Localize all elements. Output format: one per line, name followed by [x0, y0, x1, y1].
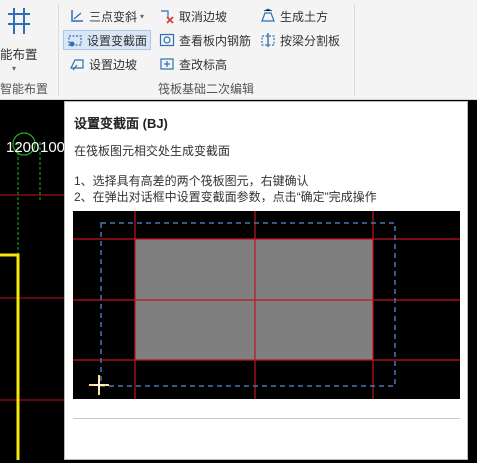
set-change-section-button[interactable]: 设置变截面: [63, 30, 152, 50]
ribbon-separator: [354, 4, 355, 96]
three-point-slope-button[interactable]: 三点变斜 ▾: [66, 6, 147, 26]
crosshair-cursor-icon: [89, 375, 109, 395]
ribbon-separator: [58, 4, 59, 96]
smart-layout-label: 能布置: [0, 48, 38, 62]
generate-earthwork-label: 生成土方: [280, 9, 329, 24]
canvas-green-lines: [17, 142, 41, 460]
change-section-icon: [67, 32, 83, 48]
ribbon-toolbar: 能布置 ▾ 智能布置 三点变斜 ▾ 设置变截面 设置边坡 取消边坡 查看板内钢筋: [0, 0, 477, 100]
chevron-down-icon[interactable]: ▾: [140, 12, 144, 21]
canvas-wall-outline: [0, 253, 20, 460]
split-by-beam-button[interactable]: 按梁分割板: [257, 30, 343, 50]
check-edit-elevation-label: 查改标高: [179, 57, 228, 72]
tooltip-title: 设置变截面 (BJ): [74, 116, 168, 131]
cancel-edge-slope-label: 取消边坡: [179, 9, 228, 24]
group-label-smart-layout: 智能布置: [0, 82, 49, 96]
tooltip-step-1: 1、选择具有高差的两个筏板图元，右键确认: [74, 174, 309, 188]
tooltip-preview-image: [73, 211, 460, 399]
check-edit-elevation-button[interactable]: 查改标高: [156, 54, 230, 74]
view-inner-rebar-button[interactable]: 查看板内钢筋: [156, 30, 254, 50]
set-edge-slope-label: 设置边坡: [89, 57, 138, 72]
cancel-edge-slope-button[interactable]: 取消边坡: [156, 6, 230, 26]
canvas-axis-label-right: 100: [40, 139, 65, 156]
earthwork-icon: [260, 8, 276, 24]
canvas-axis-label-top: 1200: [6, 139, 39, 156]
set-change-section-label: 设置变截面: [87, 33, 148, 48]
elevation-icon: [159, 56, 175, 72]
chevron-down-icon[interactable]: ▾: [12, 64, 16, 73]
group-label-raft-edit: 筏板基础二次编辑: [158, 82, 255, 96]
set-edge-slope-button[interactable]: 设置边坡: [66, 54, 140, 74]
cancel-slope-icon: [159, 8, 175, 24]
command-tooltip: 设置变截面 (BJ) 在筏板图元相交处生成变截面 1、选择具有高差的两个筏板图元…: [64, 101, 468, 460]
split-by-beam-label: 按梁分割板: [280, 33, 341, 48]
three-point-slope-icon: [69, 8, 85, 24]
tooltip-description: 在筏板图元相交处生成变截面: [74, 144, 231, 158]
grid-layout-icon: [8, 8, 30, 34]
three-point-slope-label: 三点变斜: [89, 9, 138, 24]
view-inner-rebar-label: 查看板内钢筋: [179, 33, 252, 48]
rebar-view-icon: [159, 32, 175, 48]
generate-earthwork-button[interactable]: 生成土方: [257, 6, 331, 26]
tooltip-step-2: 2、在弹出对话框中设置变截面参数，点击“确定”完成操作: [74, 190, 377, 204]
beam-split-icon: [260, 32, 276, 48]
tooltip-divider: [73, 418, 460, 419]
edge-slope-icon: [69, 56, 85, 72]
canvas-grid-lines: [0, 194, 64, 401]
